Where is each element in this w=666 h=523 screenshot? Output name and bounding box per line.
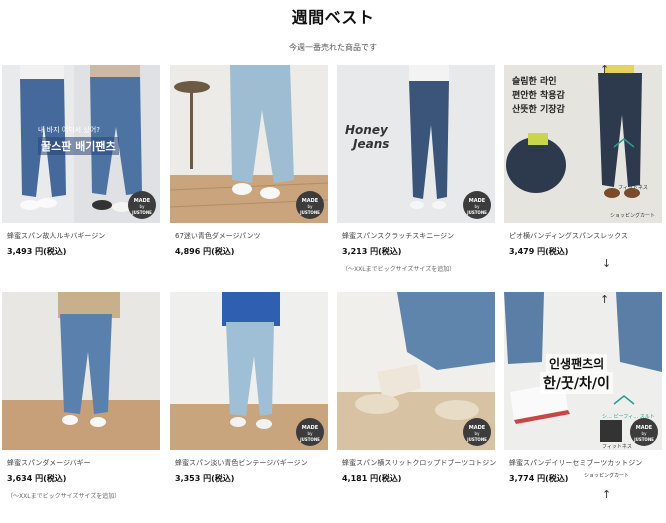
product-note: （〜XXLまでビックサイズサイズを追加） [342, 266, 456, 273]
cart-label[interactable]: ショッピングカート [610, 212, 655, 219]
product-name[interactable]: 蜂蜜スパン故人ルキバギージン [7, 231, 105, 241]
scroll-up-icon[interactable]: ↑ [602, 488, 611, 501]
product-grid: 내 바지 어디서 샀어? 꿀스판 배기팬츠 MADE by JUSTONE 蜂蜜スパ… [0, 0, 666, 523]
product-name[interactable]: 67迷い青色ダメージパンツ [175, 231, 261, 241]
fitness-label: フィットネス [602, 444, 632, 450]
product-image[interactable]: 슬림한 라인 편안한 착용감 산뜻한 기장감 ↑ フィットネス ショッピングカー… [504, 65, 662, 223]
product-name[interactable]: 蜂蜜スパン横スリットクロップドブーツコトジン [342, 458, 496, 468]
overlay-logo: Honey [345, 123, 388, 137]
overlay-logo: Jeans [353, 137, 390, 151]
product-name[interactable]: 蜂蜜スパンデイリーセミブーツカットジン [509, 458, 642, 468]
product-image[interactable]: MADE by JUSTONE [337, 292, 495, 450]
product-image[interactable]: MADE by JUSTONE [170, 292, 328, 450]
product-price: 3,634 円(税込) [7, 474, 67, 483]
cart-label[interactable]: ショッピングカート [584, 472, 629, 479]
product-price: 4,181 円(税込) [342, 474, 402, 483]
brand-badge: MADE by JUSTONE [463, 191, 491, 219]
product-price: 3,479 円(税込) [509, 247, 569, 256]
product-name[interactable]: 蜂蜜スパンスクラッチスキニージン [342, 231, 454, 241]
fitness-label: フィットネス [618, 185, 648, 191]
brand-badge: MADE by JUSTONE [296, 418, 324, 446]
product-name[interactable]: 蜂蜜スパン淡い青色ビンテージバギージン [175, 458, 308, 468]
overlay-headline: 꿀스판 배기팬츠 [38, 137, 119, 155]
product-price: 3,213 円(税込) [342, 247, 402, 256]
brand-badge: MADE by JUSTONE [630, 418, 658, 446]
brand-badge: MADE by JUSTONE [128, 191, 156, 219]
overlay-headline: 인생팬츠의 [546, 354, 608, 373]
product-image[interactable]: 인생팬츠의 한/꿋/차/이 シ… ピーフィ… スルト フィットネス ↑ MADE… [504, 292, 662, 450]
brand-badge: MADE by JUSTONE [296, 191, 324, 219]
product-price: 4,896 円(税込) [175, 247, 235, 256]
product-image[interactable]: 내 바지 어디서 샀어? 꿀스판 배기팬츠 MADE by JUSTONE [2, 65, 160, 223]
product-image[interactable]: MADE by JUSTONE [170, 65, 328, 223]
scroll-up-icon[interactable]: ↑ [600, 65, 609, 76]
brand-badge: MADE by JUSTONE [463, 418, 491, 446]
product-name[interactable]: 蜂蜜スパンダメージバギー [7, 458, 91, 468]
product-price: 3,493 円(税込) [7, 247, 67, 256]
overlay-headline: 한/꿋/차/이 [540, 372, 613, 394]
product-name[interactable]: ピオ横バンディングスパンスレックス [509, 231, 628, 241]
scroll-up-icon[interactable]: ↑ [600, 293, 609, 306]
overlay-lines: 슬림한 라인 편안한 착용감 산뜻한 기장감 [512, 77, 565, 115]
product-image[interactable]: Honey Jeans MADE by JUSTONE [337, 65, 495, 223]
scroll-down-icon[interactable]: ↓ [602, 257, 611, 270]
product-image[interactable] [2, 292, 160, 450]
product-note: （〜XXLまでビックサイズサイズを追加） [7, 493, 121, 500]
overlay-caption: 내 바지 어디서 샀어? [38, 126, 100, 134]
product-price: 3,353 円(税込) [175, 474, 235, 483]
product-price: 3,774 円(税込) [509, 474, 569, 483]
